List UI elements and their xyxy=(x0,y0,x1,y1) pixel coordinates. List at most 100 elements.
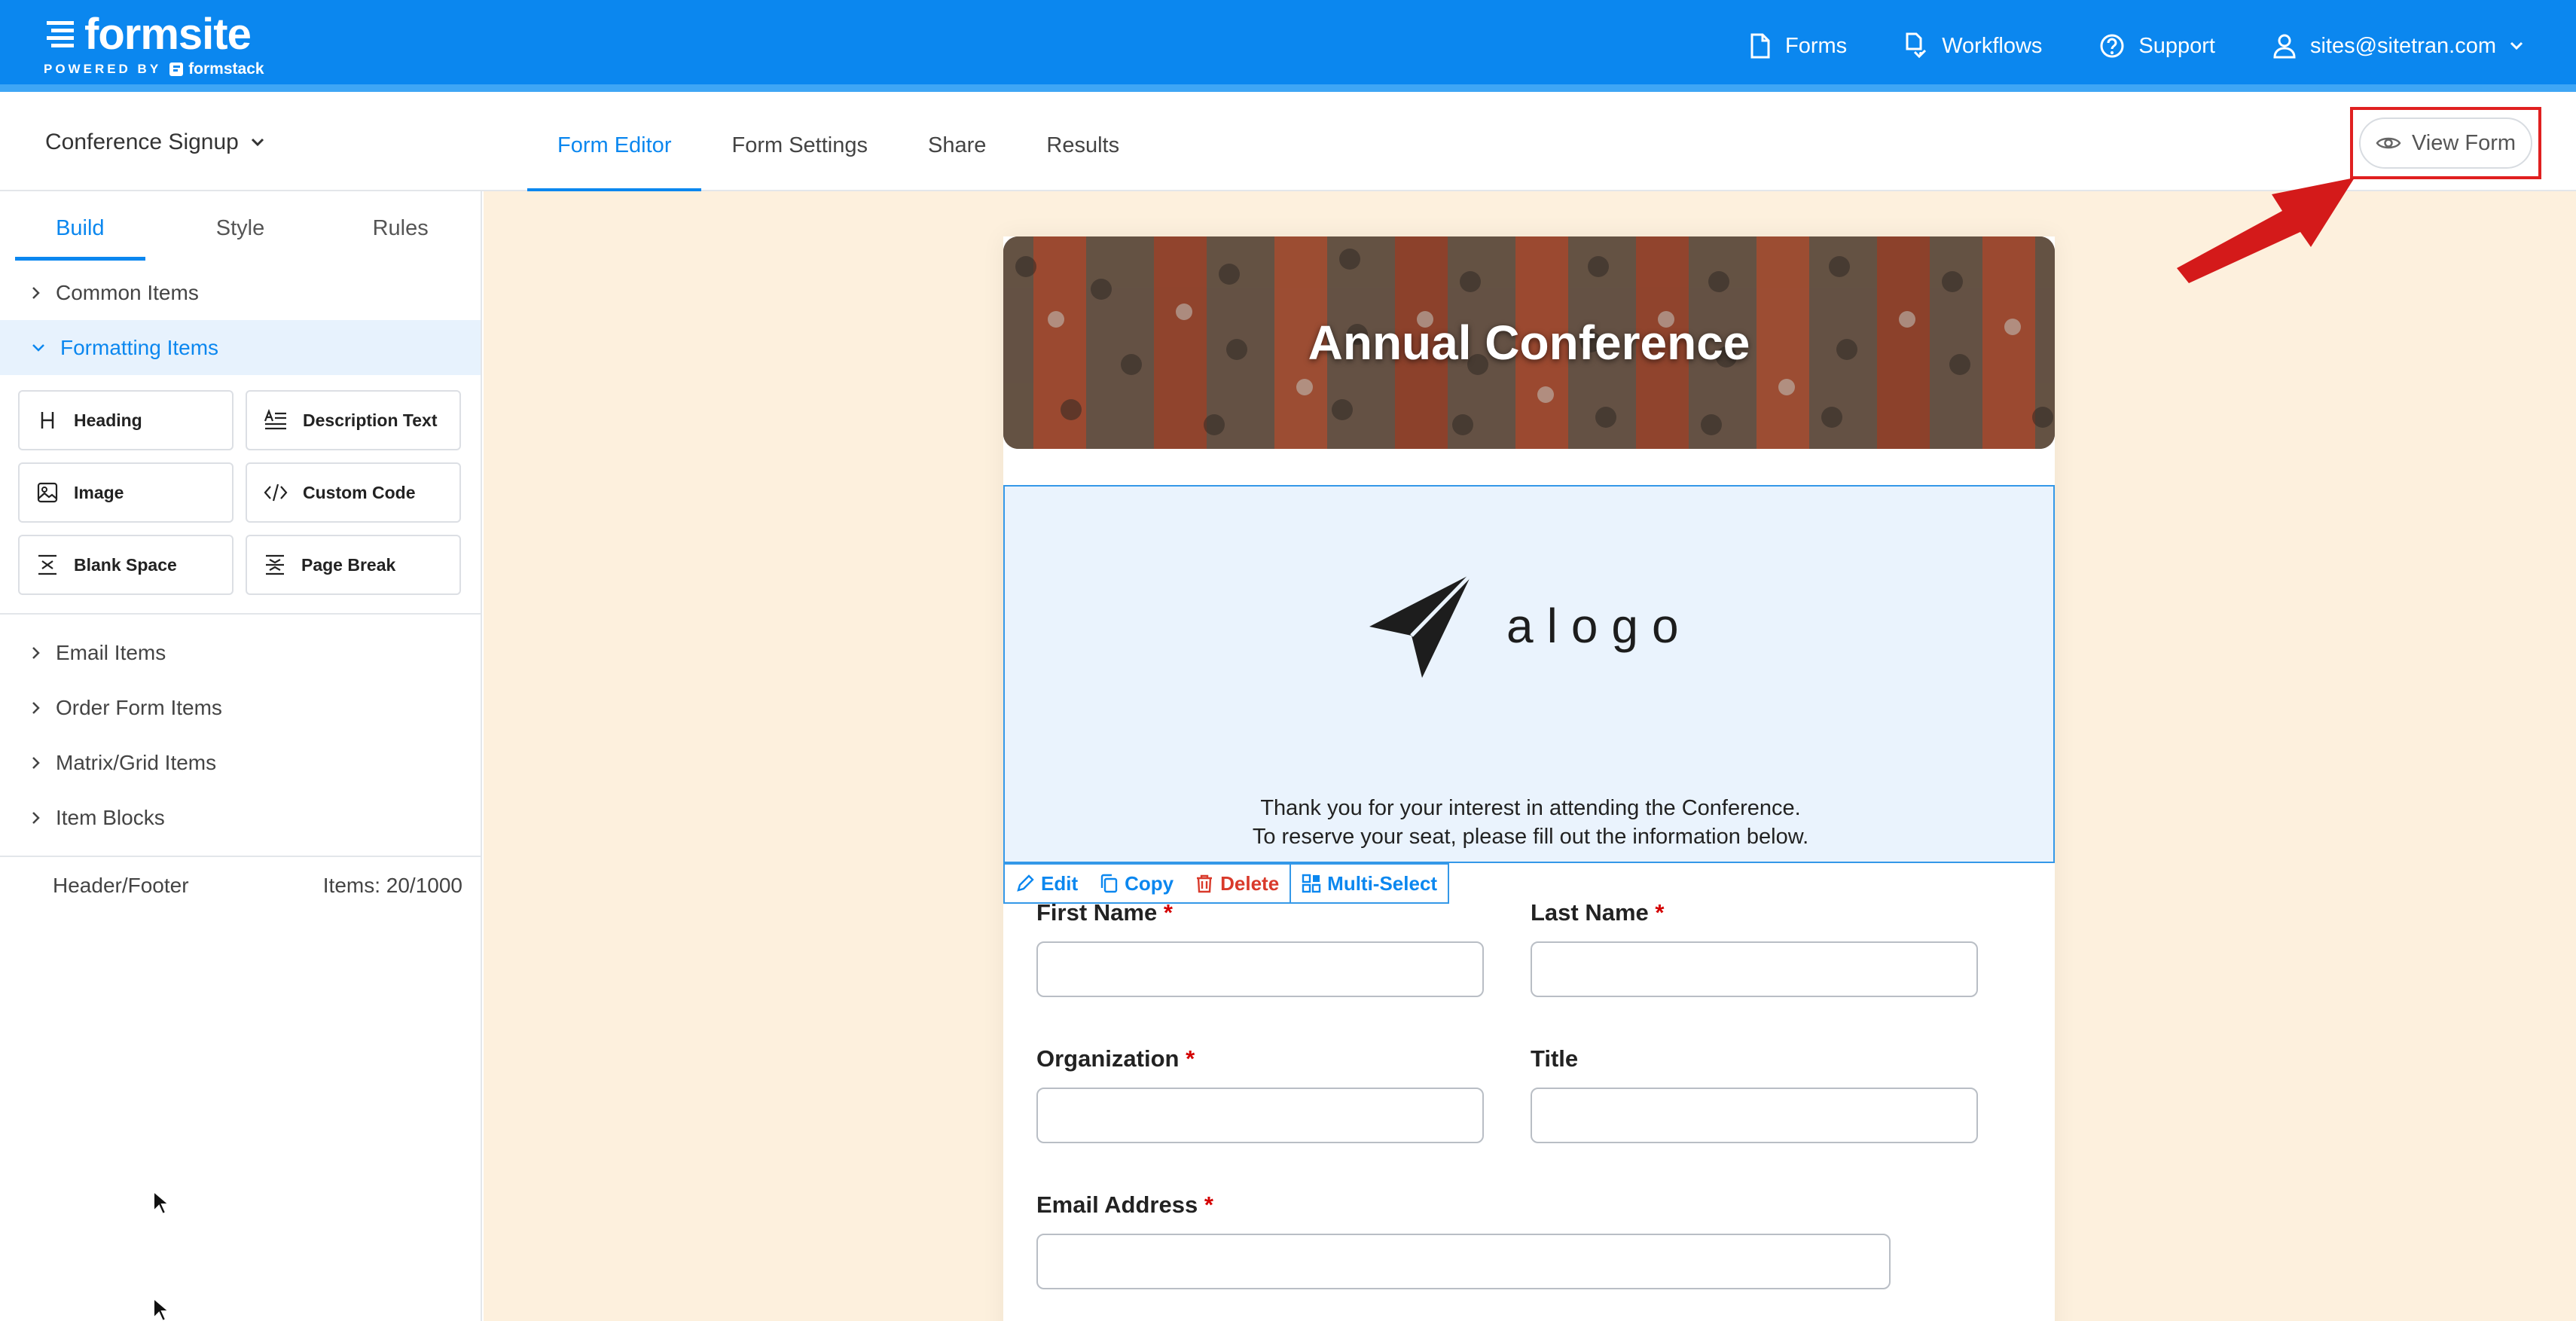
section-email-items[interactable]: Email Items xyxy=(0,625,481,680)
nav-support-label: Support xyxy=(2138,33,2215,58)
section-formatting-items[interactable]: Formatting Items xyxy=(0,320,481,375)
build-sidebar: Build Style Rules Common Items Formattin… xyxy=(0,191,482,1321)
item-heading-label: Heading xyxy=(74,410,142,430)
formsite-lines-icon xyxy=(47,21,74,47)
top-bar: formsite POWERED BY formstack Forms Work… xyxy=(0,0,2576,92)
pencil-icon xyxy=(1017,874,1034,892)
header-footer-link[interactable]: Header/Footer xyxy=(53,874,189,898)
intro-text-line-1: Thank you for your interest in attending… xyxy=(1260,796,1801,820)
delete-label: Delete xyxy=(1220,871,1280,895)
view-form-button[interactable]: View Form xyxy=(2359,117,2532,169)
sidebar-sections-list: Email Items Order Form Items Matrix/Grid… xyxy=(0,615,481,857)
nav-account-label: sites@sitetran.com xyxy=(2309,33,2496,58)
workflow-icon xyxy=(1906,32,1927,59)
first-name-input[interactable] xyxy=(1036,941,1484,997)
delete-button[interactable]: Delete xyxy=(1184,865,1290,902)
copy-button[interactable]: Copy xyxy=(1088,865,1184,902)
logo-powered-by: POWERED BY xyxy=(44,62,162,76)
required-marker: * xyxy=(1655,899,1665,926)
intro-text-line-2: To reserve your seat, please fill out th… xyxy=(1252,825,1809,849)
banner-title: Annual Conference xyxy=(1308,316,1750,370)
item-image[interactable]: Image xyxy=(18,462,233,523)
sidebar-tab-style[interactable]: Style xyxy=(160,191,321,265)
user-icon xyxy=(2273,34,2296,59)
sidebar-tab-rules[interactable]: Rules xyxy=(320,191,481,265)
chevron-right-icon xyxy=(32,701,40,714)
section-common-items[interactable]: Common Items xyxy=(0,265,481,320)
item-page-break[interactable]: Page Break xyxy=(246,535,461,595)
item-heading[interactable]: Heading xyxy=(18,390,233,450)
nav-account-menu[interactable]: sites@sitetran.com xyxy=(2272,33,2523,59)
section-formatting-items-label: Formatting Items xyxy=(60,335,219,359)
grid-select-icon xyxy=(1302,874,1321,893)
item-description-text[interactable]: Description Text xyxy=(246,390,461,450)
form-preview-card: Annual Conference alogo Thank you for yo… xyxy=(1003,236,2055,1321)
selected-image-block[interactable]: alogo Thank you for your interest in att… xyxy=(1003,485,2055,863)
formatting-items-grid: Heading Description Text Image Custom Co… xyxy=(0,375,481,615)
chevron-right-icon xyxy=(32,646,40,659)
organization-input[interactable] xyxy=(1036,1088,1484,1143)
section-common-items-label: Common Items xyxy=(56,280,199,304)
nav-workflows-label: Workflows xyxy=(1942,33,2043,58)
item-blank-space-label: Blank Space xyxy=(74,554,177,575)
section-item-blocks-label: Item Blocks xyxy=(56,805,165,829)
formsite-logo[interactable]: formsite POWERED BY formstack xyxy=(44,12,264,78)
email-label-text: Email Address xyxy=(1036,1191,1198,1218)
copy-label: Copy xyxy=(1125,871,1174,895)
tab-form-settings[interactable]: Form Settings xyxy=(701,99,898,191)
last-name-label-text: Last Name xyxy=(1531,899,1649,926)
page-break-icon xyxy=(266,554,284,575)
organization-label: Organization * xyxy=(1036,1045,1195,1072)
annotation-arrow-icon xyxy=(2177,178,2355,283)
title-input[interactable] xyxy=(1531,1088,1978,1143)
required-marker: * xyxy=(1163,899,1173,926)
tab-results[interactable]: Results xyxy=(1016,99,1149,191)
nav-workflows[interactable]: Workflows xyxy=(1904,32,2042,59)
eye-icon xyxy=(2376,137,2401,149)
nav-support[interactable]: Support xyxy=(2099,33,2215,59)
section-matrix-grid-items[interactable]: Matrix/Grid Items xyxy=(0,735,481,790)
item-page-break-label: Page Break xyxy=(301,554,396,575)
form-name: Conference Signup xyxy=(45,130,239,154)
first-name-label-text: First Name xyxy=(1036,899,1158,926)
nav-forms[interactable]: Forms xyxy=(1749,33,1847,59)
items-count: Items: 20/1000 xyxy=(322,874,462,897)
item-custom-code[interactable]: Custom Code xyxy=(246,462,461,523)
required-marker: * xyxy=(1186,1045,1195,1072)
form-selector[interactable]: Conference Signup xyxy=(45,130,264,155)
title-label-text: Title xyxy=(1531,1045,1579,1072)
item-description-text-label: Description Text xyxy=(303,410,438,430)
logo-text: alogo xyxy=(1506,599,1692,653)
tab-form-editor[interactable]: Form Editor xyxy=(527,99,702,193)
item-toolbar: Edit Copy Delete Multi-Select xyxy=(1003,863,1450,904)
chevron-right-icon xyxy=(32,286,40,299)
edit-label: Edit xyxy=(1041,871,1079,895)
section-matrix-grid-items-label: Matrix/Grid Items xyxy=(56,750,217,774)
description-text-icon xyxy=(264,409,286,430)
chevron-down-icon xyxy=(2510,41,2523,50)
company-logo: alogo xyxy=(1366,569,1692,682)
view-form-label: View Form xyxy=(2411,130,2516,155)
trash-icon xyxy=(1197,874,1213,893)
logo-partner: formstack xyxy=(188,60,264,78)
section-item-blocks[interactable]: Item Blocks xyxy=(0,790,481,845)
chevron-right-icon xyxy=(32,811,40,824)
last-name-input[interactable] xyxy=(1531,941,1978,997)
multi-select-label: Multi-Select xyxy=(1327,871,1438,895)
blank-space-icon xyxy=(38,554,56,575)
organization-label-text: Organization xyxy=(1036,1045,1180,1072)
multi-select-button[interactable]: Multi-Select xyxy=(1290,865,1448,902)
chevron-down-icon xyxy=(32,343,44,352)
edit-button[interactable]: Edit xyxy=(1005,865,1088,902)
paper-plane-icon xyxy=(1369,572,1473,678)
header-banner-image[interactable]: Annual Conference xyxy=(1003,236,2055,449)
sidebar-tab-build[interactable]: Build xyxy=(0,191,160,265)
help-circle-icon xyxy=(2100,34,2124,58)
tab-share[interactable]: Share xyxy=(898,99,1016,191)
item-blank-space[interactable]: Blank Space xyxy=(18,535,233,595)
section-order-form-items[interactable]: Order Form Items xyxy=(0,680,481,735)
email-input[interactable] xyxy=(1036,1234,1891,1289)
email-label: Email Address * xyxy=(1036,1191,1213,1219)
required-marker: * xyxy=(1204,1191,1213,1218)
section-email-items-label: Email Items xyxy=(56,640,166,664)
